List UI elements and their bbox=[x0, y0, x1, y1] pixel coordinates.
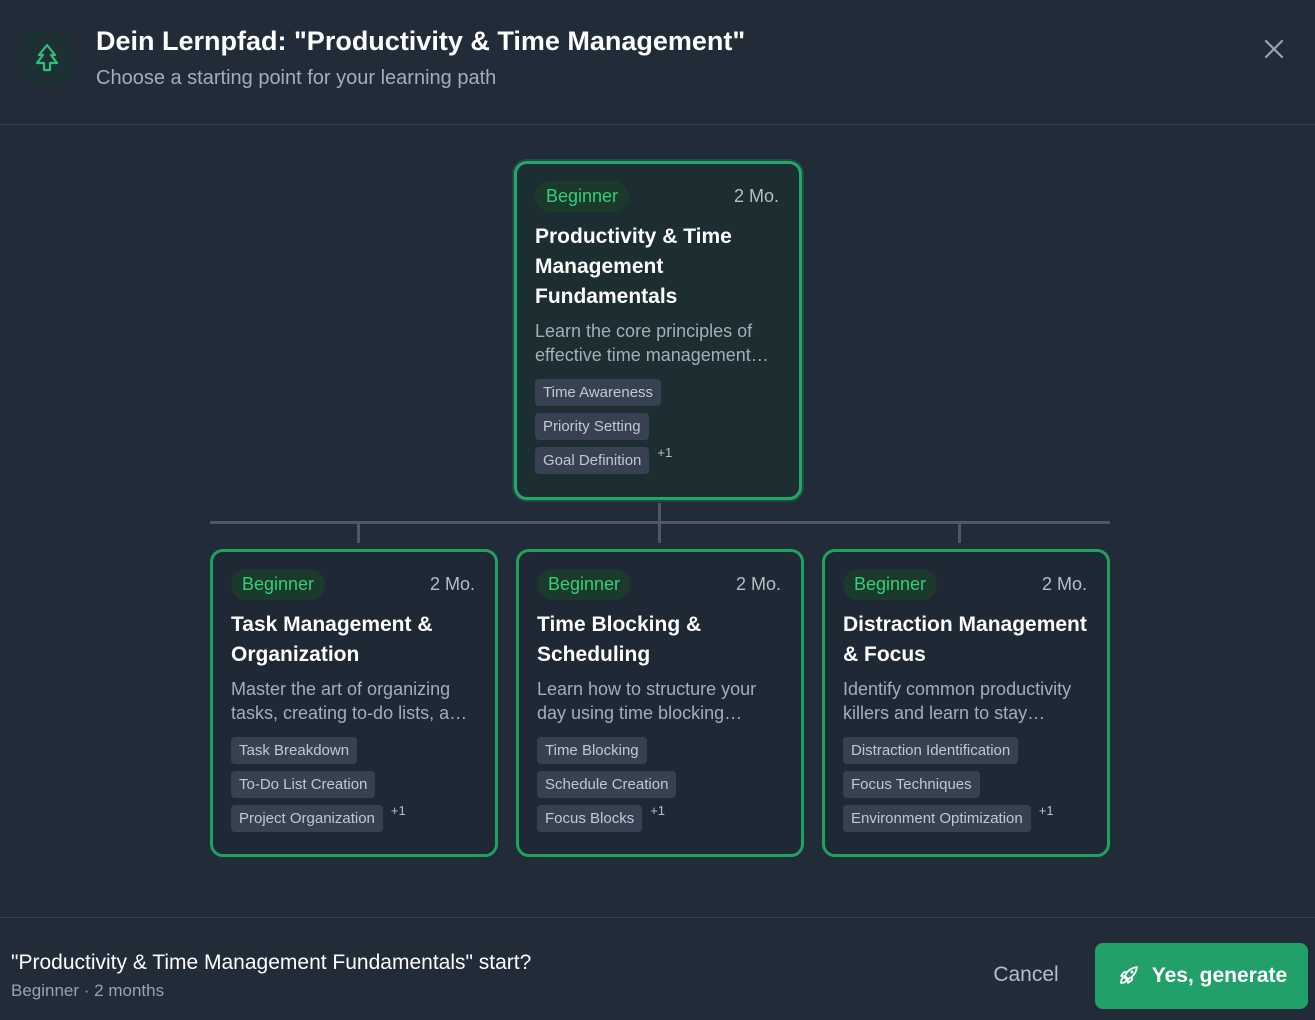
rocket-icon bbox=[1119, 966, 1138, 984]
tag: Focus Techniques bbox=[843, 771, 980, 798]
tag: Time Awareness bbox=[535, 379, 662, 406]
dialog-title: Dein Lernpfad: "Productivity & Time Mana… bbox=[96, 26, 746, 56]
tag-list: Task Breakdown To-Do List Creation Proje… bbox=[231, 737, 477, 832]
tag: To-Do List Creation bbox=[231, 771, 376, 798]
path-card-root[interactable]: Beginner 2 Mo. Productivity & Time Manag… bbox=[514, 161, 802, 500]
tag: Goal Definition bbox=[535, 447, 650, 474]
level-badge: Beginner bbox=[843, 568, 938, 600]
tag: Focus Blocks bbox=[537, 805, 643, 832]
more-tags-count: +1 bbox=[390, 803, 406, 818]
close-icon bbox=[1264, 39, 1284, 59]
more-tags-count: +1 bbox=[1038, 803, 1054, 818]
generate-button[interactable]: Yes, generate bbox=[1095, 943, 1308, 1009]
tree-icon bbox=[35, 43, 59, 72]
more-tags-count: +1 bbox=[650, 803, 666, 818]
path-card-task-management[interactable]: Beginner 2 Mo. Task Management & Organiz… bbox=[210, 549, 498, 857]
card-description: Identify common productivity killers and… bbox=[843, 679, 1072, 723]
cancel-button[interactable]: Cancel bbox=[975, 958, 1077, 992]
dialog-subtitle: Choose a starting point for your learnin… bbox=[96, 67, 497, 89]
level-badge: Beginner bbox=[537, 568, 632, 600]
card-title: Time Blocking & Scheduling bbox=[537, 613, 702, 666]
duration-label: 2 Mo. bbox=[733, 185, 779, 206]
tag: Priority Setting bbox=[535, 413, 649, 440]
connector-child-2 bbox=[658, 521, 661, 543]
tag-list: Distraction Identification Focus Techniq… bbox=[843, 737, 1089, 832]
confirmation-question: "Productivity & Time Management Fundamen… bbox=[11, 951, 532, 974]
selection-meta: Beginner · 2 months bbox=[11, 981, 165, 1000]
connector-child-3 bbox=[958, 521, 961, 543]
card-description: Learn the core principles of effective t… bbox=[535, 321, 753, 365]
connector-root-stem bbox=[658, 503, 661, 523]
tag: Environment Optimization bbox=[843, 805, 1031, 832]
more-tags-count: +1 bbox=[657, 445, 673, 460]
duration-label: 2 Mo. bbox=[735, 573, 781, 594]
connector-child-1 bbox=[357, 521, 360, 543]
generate-button-label: Yes, generate bbox=[1151, 964, 1288, 987]
card-title: Distraction Management & Focus bbox=[843, 613, 1087, 666]
duration-label: 2 Mo. bbox=[1041, 573, 1087, 594]
tag-list: Time Blocking Schedule Creation Focus Bl… bbox=[537, 737, 783, 832]
tag: Time Blocking bbox=[537, 737, 647, 764]
dialog-header: Dein Lernpfad: "Productivity & Time Mana… bbox=[0, 0, 1315, 125]
level-badge: Beginner bbox=[231, 568, 326, 600]
card-title: Productivity & Time Management Fundament… bbox=[535, 225, 732, 308]
tag: Task Breakdown bbox=[231, 737, 358, 764]
card-description: Learn how to structure your day using ti… bbox=[537, 679, 757, 723]
logo-badge bbox=[18, 29, 76, 87]
tag: Schedule Creation bbox=[537, 771, 677, 798]
path-card-time-blocking[interactable]: Beginner 2 Mo. Time Blocking & Schedulin… bbox=[516, 549, 804, 857]
duration-label: 2 Mo. bbox=[429, 573, 475, 594]
close-button[interactable] bbox=[1258, 33, 1290, 65]
tag: Project Organization bbox=[231, 805, 383, 832]
path-card-distraction-management[interactable]: Beginner 2 Mo. Distraction Management & … bbox=[822, 549, 1110, 857]
tag: Distraction Identification bbox=[843, 737, 1019, 764]
card-title: Task Management & Organization bbox=[231, 613, 433, 666]
tag-list: Time Awareness Priority Setting Goal Def… bbox=[535, 379, 781, 474]
dialog-footer: "Productivity & Time Management Fundamen… bbox=[0, 917, 1315, 1020]
card-description: Master the art of organizing tasks, crea… bbox=[231, 679, 470, 723]
level-badge: Beginner bbox=[535, 180, 630, 212]
